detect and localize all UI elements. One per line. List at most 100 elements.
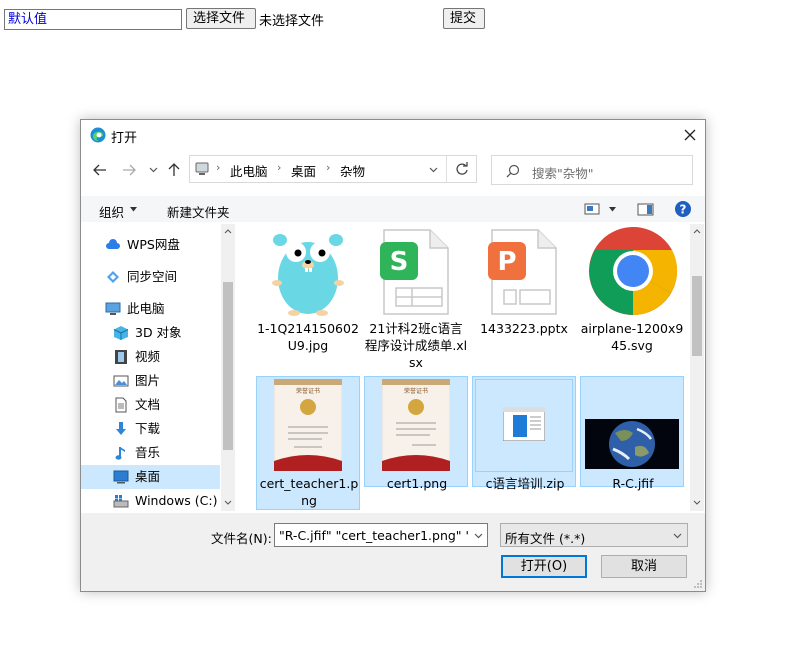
cancel-button[interactable]: 取消 xyxy=(601,555,687,578)
sidebar-item-label: 3D 对象 xyxy=(135,325,182,340)
gopher-image-icon xyxy=(262,228,354,316)
view-mode-icon[interactable] xyxy=(584,203,600,215)
recent-locations-chevron-icon[interactable] xyxy=(149,167,158,173)
file-name: 1-1Q214150602U9.jpg xyxy=(257,321,359,353)
organize-dropdown-icon[interactable] xyxy=(130,207,137,212)
sidebar-item-label: 图片 xyxy=(135,373,161,388)
default-value-input[interactable]: 默认值 xyxy=(4,9,182,30)
file-item[interactable]: airplane-1200x945.svg xyxy=(580,224,684,369)
dialog-footer: 文件名(N): "R-C.jfif" "cert_teacher1.png" "… xyxy=(81,513,705,591)
scroll-up-icon[interactable] xyxy=(224,229,232,234)
file-type-select[interactable]: 所有文件 (*.*) xyxy=(500,523,688,547)
file-type-value: 所有文件 (*.*) xyxy=(505,531,586,546)
search-icon xyxy=(506,164,520,178)
file-name: c语言培训.zip xyxy=(485,476,565,491)
navigation-pane: WPS网盘 同步空间 此电脑 3D 对象 视频 图片 文档 下载 音乐 桌面 W… xyxy=(81,224,239,511)
sidebar-item-label: 音乐 xyxy=(135,445,161,460)
filename-dropdown-area[interactable] xyxy=(469,524,487,546)
file-list-view: 1-1Q214150602U9.jpg S 21计科2班c语言程序设计成绩单.x… xyxy=(240,224,705,511)
breadcrumb-misc[interactable]: 杂物 xyxy=(340,161,365,180)
video-icon xyxy=(115,350,127,364)
certificate-heading: 荣誉证书 xyxy=(404,387,428,395)
cloud-icon xyxy=(106,239,120,249)
search-box[interactable]: 搜索"杂物" xyxy=(491,155,693,185)
file-item[interactable]: P 1433223.pptx xyxy=(472,224,576,369)
sidebar-item-label: Windows (C:) xyxy=(135,493,218,508)
open-button[interactable]: 打开(O) xyxy=(501,555,587,578)
breadcrumb-desktop[interactable]: 桌面 xyxy=(291,161,316,180)
certificate-image-icon: 荣誉证书 xyxy=(274,379,342,471)
file-item-selected[interactable]: R-C.jfif xyxy=(580,376,684,491)
earth-image-icon xyxy=(585,419,679,469)
pictures-icon xyxy=(113,375,129,387)
file-item-selected[interactable]: 荣誉证书 cert1.png xyxy=(364,376,468,491)
certificate-heading: 荣誉证书 xyxy=(296,387,320,395)
view-dropdown-icon[interactable] xyxy=(609,207,616,212)
organize-button[interactable]: 组织 xyxy=(99,202,124,221)
chevron-down-icon[interactable] xyxy=(474,533,483,539)
sidebar-item-label: WPS网盘 xyxy=(127,237,180,252)
sidebar-scrollbar[interactable] xyxy=(221,224,235,511)
close-icon[interactable] xyxy=(684,129,696,141)
zip-archive-icon xyxy=(503,407,545,441)
submit-button[interactable]: 提交 xyxy=(443,8,485,29)
file-name: R-C.jfif xyxy=(612,476,654,491)
preview-pane-icon[interactable] xyxy=(637,203,654,216)
drive-icon xyxy=(113,495,129,508)
file-item-selected[interactable]: 荣誉证书 cert_teacher1.png xyxy=(256,376,360,510)
sync-space-icon xyxy=(107,271,119,283)
file-item[interactable]: S 21计科2班c语言程序设计成绩单.xlsx xyxy=(364,224,468,370)
dialog-titlebar: 打开 xyxy=(81,120,705,150)
breadcrumb-separator-icon: › xyxy=(277,161,282,174)
up-arrow-icon[interactable] xyxy=(168,163,180,177)
address-bar[interactable]: › 此电脑 › 桌面 › 杂物 xyxy=(189,155,477,183)
edge-icon xyxy=(90,127,106,143)
sidebar-item-label: 视频 xyxy=(135,349,161,364)
sidebar-item-label: 同步空间 xyxy=(127,269,178,284)
help-icon[interactable]: ? xyxy=(674,200,692,218)
filename-input[interactable]: "R-C.jfif" "cert_teacher1.png" "cer xyxy=(274,523,488,547)
file-name: cert_teacher1.png xyxy=(259,476,359,508)
sidebar-item-label: 下载 xyxy=(135,421,161,436)
certificate-image-icon: 荣誉证书 xyxy=(382,379,450,471)
open-file-dialog: 打开 › 此电脑 › 桌面 › 杂物 搜索"杂物" 组织 新建文件夹 ? WPS… xyxy=(80,119,706,592)
forward-arrow-icon[interactable] xyxy=(122,164,136,176)
file-list-scroll-thumb[interactable] xyxy=(692,276,702,356)
sidebar-scroll-thumb[interactable] xyxy=(223,282,233,450)
refresh-icon[interactable] xyxy=(455,162,469,176)
3d-objects-icon xyxy=(113,326,129,340)
address-dropdown-icon[interactable] xyxy=(429,167,438,173)
no-file-chosen-text: 未选择文件 xyxy=(259,14,325,29)
svg-text:S: S xyxy=(390,247,409,277)
file-item-selected[interactable]: c语言培训.zip xyxy=(472,376,576,491)
chrome-icon xyxy=(589,227,678,315)
file-list-scrollbar[interactable] xyxy=(690,224,704,511)
choose-file-button[interactable]: 选择文件 xyxy=(186,8,256,29)
file-name: airplane-1200x945.svg xyxy=(580,321,684,353)
documents-icon xyxy=(115,397,127,413)
sidebar-item-label: 文档 xyxy=(135,397,161,412)
search-placeholder: 搜索"杂物" xyxy=(532,166,594,181)
new-folder-button[interactable]: 新建文件夹 xyxy=(167,202,230,221)
scroll-down-icon[interactable] xyxy=(693,500,701,505)
sidebar-item-label: 此电脑 xyxy=(127,301,165,316)
svg-text:?: ? xyxy=(680,203,687,217)
breadcrumb-separator-icon: › xyxy=(216,161,221,174)
download-icon xyxy=(116,422,126,435)
breadcrumb-separator-icon: › xyxy=(326,161,331,174)
scroll-down-icon[interactable] xyxy=(224,500,232,505)
wps-presentation-icon: P xyxy=(488,229,557,315)
resize-grip-icon[interactable] xyxy=(693,579,703,589)
file-name: cert1.png xyxy=(386,476,448,491)
address-divider xyxy=(446,156,447,182)
desktop-icon xyxy=(113,470,129,484)
chevron-down-icon[interactable] xyxy=(673,533,682,539)
breadcrumb-this-pc[interactable]: 此电脑 xyxy=(230,161,268,180)
wps-spreadsheet-icon: S xyxy=(380,229,449,315)
scroll-up-icon[interactable] xyxy=(693,229,701,234)
file-name: 21计科2班c语言程序设计成绩单.xlsx xyxy=(364,321,468,370)
computer-icon xyxy=(105,302,121,315)
sidebar-item-label: 桌面 xyxy=(135,469,161,484)
back-arrow-icon[interactable] xyxy=(93,164,107,176)
file-item[interactable]: 1-1Q214150602U9.jpg xyxy=(256,224,360,369)
